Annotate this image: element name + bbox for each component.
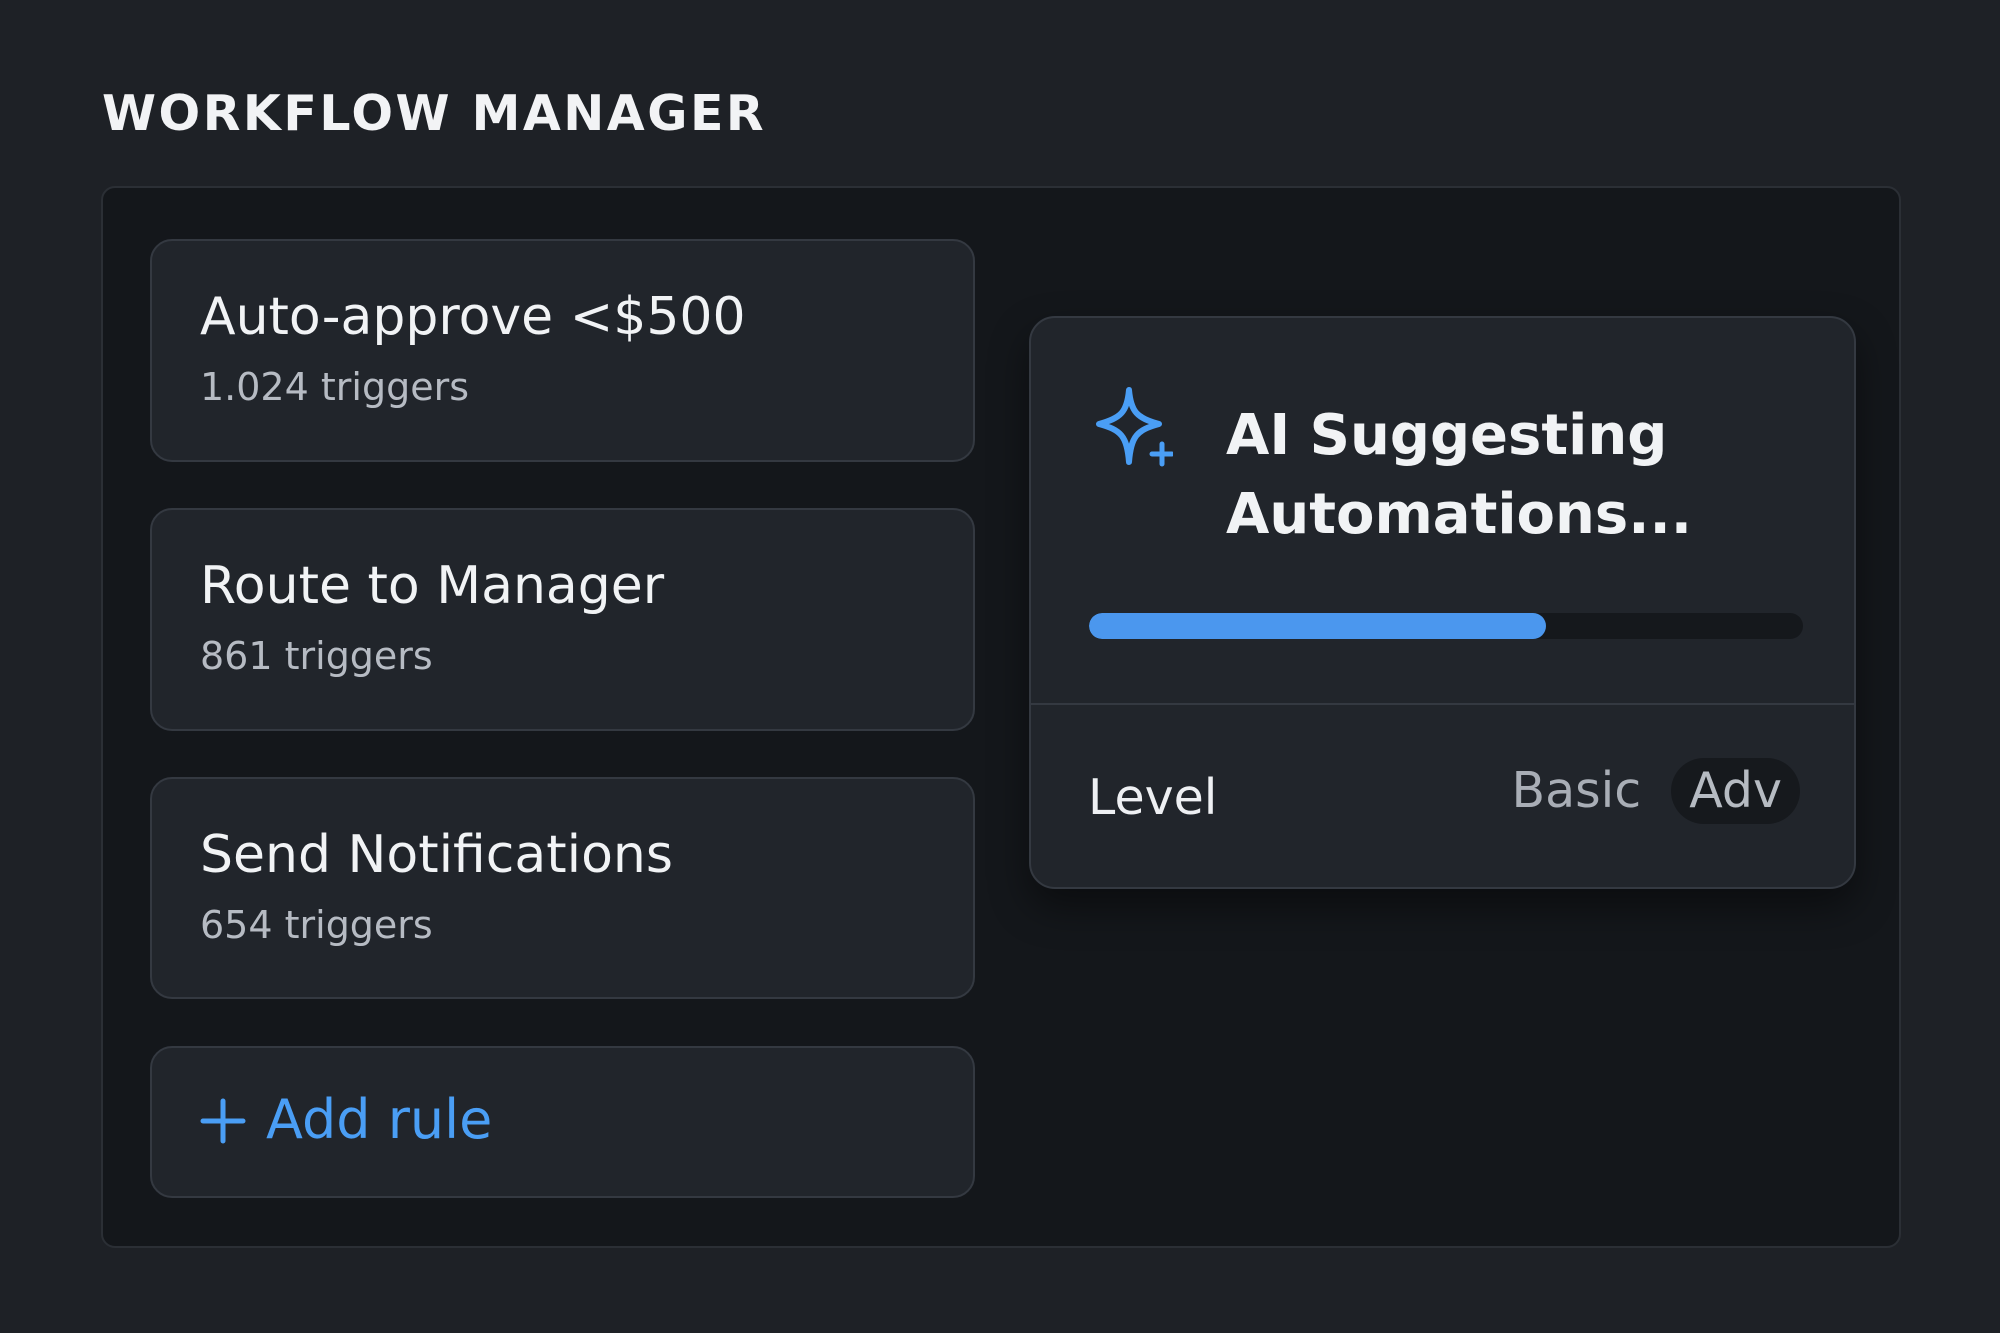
- ai-progress-fill: [1089, 613, 1546, 639]
- level-label: Level: [1088, 769, 1218, 826]
- rule-trigger-count: 654 triggers: [200, 903, 433, 947]
- sparkle-icon: [1096, 387, 1173, 467]
- page-title: WORKFLOW MANAGER: [102, 85, 767, 142]
- level-option-basic[interactable]: Basic: [1494, 758, 1660, 824]
- add-rule-label: Add rule: [266, 1088, 493, 1151]
- rule-card-auto-approve[interactable]: Auto-approve <$500 1.024 triggers: [150, 239, 975, 462]
- divider: [1031, 703, 1854, 705]
- ai-suggestion-title: AI Suggesting Automations...: [1226, 403, 1693, 547]
- rule-name: Auto-approve <$500: [200, 287, 746, 347]
- level-option-adv[interactable]: Adv: [1671, 758, 1800, 824]
- workflow-panel: Auto-approve <$500 1.024 triggers Route …: [101, 186, 1901, 1248]
- rule-card-send-notifications[interactable]: Send Notifications 654 triggers: [150, 777, 975, 999]
- rule-card-route-to-manager[interactable]: Route to Manager 861 triggers: [150, 508, 975, 731]
- plus-icon: [200, 1098, 246, 1144]
- rule-name: Route to Manager: [200, 556, 665, 616]
- add-rule-button[interactable]: Add rule: [150, 1046, 975, 1198]
- rule-trigger-count: 1.024 triggers: [200, 365, 469, 409]
- rule-trigger-count: 861 triggers: [200, 634, 433, 678]
- level-toggle: Basic Adv: [1494, 758, 1800, 824]
- rule-name: Send Notifications: [200, 825, 673, 885]
- ai-suggestions-card: AI Suggesting Automations... Level Basic…: [1029, 316, 1856, 889]
- ai-progress-bar: [1089, 613, 1803, 639]
